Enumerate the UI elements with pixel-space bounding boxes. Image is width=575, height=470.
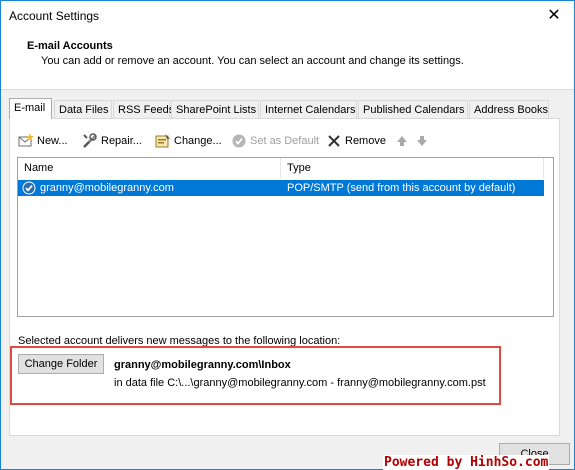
tab-address-books[interactable]: Address Books <box>469 100 549 118</box>
set-as-default-label: Set as Default <box>250 135 320 147</box>
tab-rss-feeds[interactable]: RSS Feeds <box>113 100 174 118</box>
move-up-button[interactable] <box>394 131 413 151</box>
repair-button-label: Repair... <box>101 135 142 147</box>
change-button-label: Change... <box>174 135 222 147</box>
window-title: Account Settings <box>9 9 100 23</box>
move-down-button[interactable] <box>414 131 433 151</box>
change-button[interactable]: Change... <box>155 131 222 151</box>
remove-button[interactable]: Remove <box>326 131 386 151</box>
change-settings-icon <box>155 133 171 149</box>
watermark-text: Powered by HinhSo.com <box>383 455 550 470</box>
tab-email[interactable]: E-mail <box>9 98 52 119</box>
default-account-check-icon <box>21 180 37 196</box>
account-settings-window: Account Settings ✕ E-mail Accounts You c… <box>0 0 575 470</box>
new-button-label: New... <box>37 135 68 147</box>
check-circle-icon <box>231 133 247 149</box>
tab-published-calendars[interactable]: Published Calendars <box>358 100 468 118</box>
account-name: granny@mobilegranny.com <box>40 182 174 194</box>
delivery-folder-path: granny@mobilegranny.com\Inbox <box>114 359 291 371</box>
tab-data-files[interactable]: Data Files <box>54 100 112 118</box>
column-header-type[interactable]: Type <box>281 158 544 178</box>
remove-button-label: Remove <box>345 135 386 147</box>
arrow-up-icon <box>394 133 410 149</box>
column-header-name[interactable]: Name <box>18 158 281 178</box>
set-as-default-button[interactable]: Set as Default <box>231 131 319 151</box>
header-title: E-mail Accounts <box>27 40 113 52</box>
tab-internet-calendars[interactable]: Internet Calendars <box>260 100 357 118</box>
new-account-button[interactable]: New... <box>18 131 68 151</box>
repair-tools-icon <box>82 133 98 149</box>
accounts-list: Name Type granny@mobilegranny.com POP/SM… <box>17 157 554 317</box>
account-row[interactable]: granny@mobilegranny.com POP/SMTP (send f… <box>18 180 544 196</box>
close-window-icon[interactable]: ✕ <box>544 6 564 26</box>
repair-button[interactable]: Repair... <box>82 131 142 151</box>
dialog-header: E-mail Accounts You can add or remove an… <box>1 31 574 90</box>
delivery-data-file: in data file C:\...\granny@mobilegranny.… <box>114 377 486 389</box>
arrow-down-icon <box>414 133 430 149</box>
change-folder-button[interactable]: Change Folder <box>18 354 104 374</box>
account-type: POP/SMTP (send from this account by defa… <box>287 182 516 194</box>
header-subtitle: You can add or remove an account. You ca… <box>41 55 464 67</box>
remove-x-icon <box>326 133 342 149</box>
title-bar: Account Settings ✕ <box>1 1 574 31</box>
tab-sharepoint-lists[interactable]: SharePoint Lists <box>171 100 259 118</box>
email-tab-panel: New... Repair... Change... Set as Defaul… <box>9 118 560 436</box>
new-mail-icon <box>18 133 34 149</box>
